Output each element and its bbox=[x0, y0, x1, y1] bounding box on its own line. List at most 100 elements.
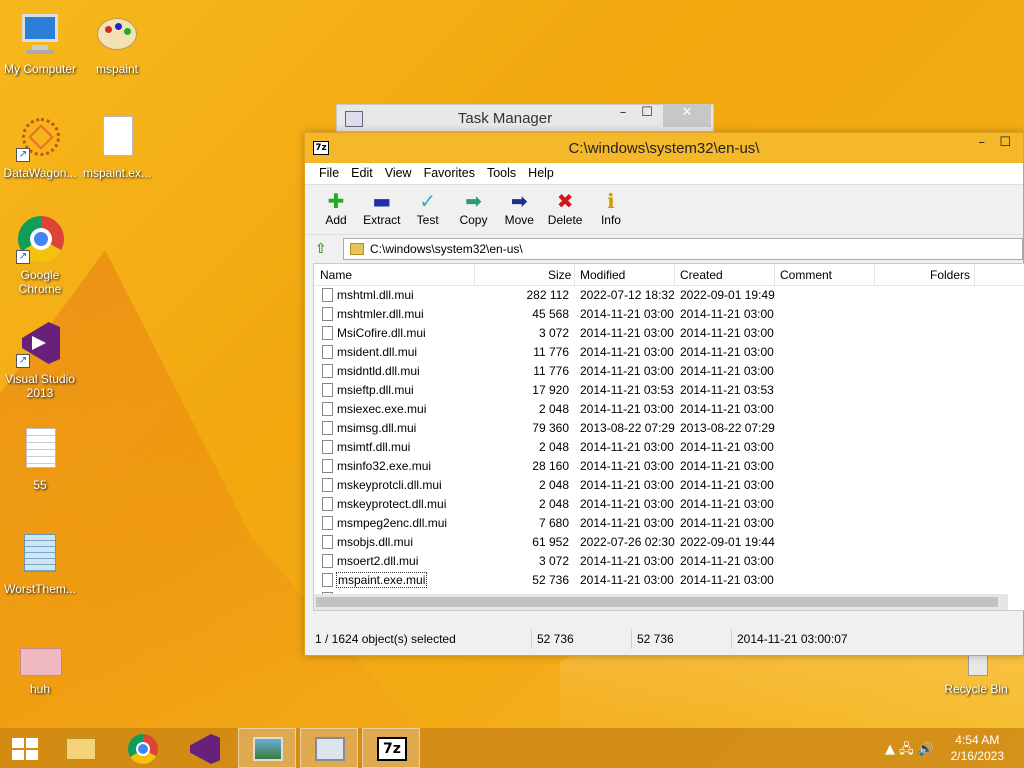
table-row[interactable]: msident.dll.mui 11 776 2014-11-21 03:00 201… bbox=[314, 343, 1024, 362]
file-icon bbox=[322, 421, 333, 435]
taskbar-7zip[interactable]: 7z bbox=[362, 728, 420, 768]
start-button[interactable] bbox=[12, 738, 38, 760]
menu-edit[interactable]: Edit bbox=[345, 163, 379, 183]
desktop-icon-mspaint-exe[interactable]: mspaint.ex... bbox=[77, 114, 157, 180]
menu-help[interactable]: Help bbox=[522, 163, 560, 183]
file-modified: 2014-11-21 03:00 bbox=[580, 326, 674, 340]
file-icon bbox=[322, 440, 333, 454]
column-folders[interactable]: Folders bbox=[930, 268, 970, 282]
menu-tools[interactable]: Tools bbox=[481, 163, 522, 183]
title-bar[interactable]: 7z C:\windows\system32\en-us\ – ☐ bbox=[305, 133, 1023, 163]
scrollbar-thumb[interactable] bbox=[316, 597, 998, 607]
7zip-icon: 7z bbox=[377, 737, 407, 761]
file-created: 2014-11-21 03:00 bbox=[680, 307, 774, 321]
clock[interactable]: 4:54 AM 2/16/2023 bbox=[951, 732, 1004, 764]
desktop-icon-google-chrome[interactable]: ↗ Google Chrome bbox=[0, 216, 80, 296]
column-created[interactable]: Created bbox=[680, 268, 723, 282]
address-input[interactable]: C:\windows\system32\en-us\ bbox=[343, 238, 1023, 260]
chrome-icon: ↗ bbox=[16, 216, 64, 264]
table-row[interactable]: mspaint.exe.mui 52 736 2014-11-21 03:00 201… bbox=[314, 571, 1024, 590]
minimize-button[interactable]: – bbox=[979, 135, 986, 150]
taskbar-file-explorer[interactable] bbox=[52, 728, 110, 768]
desktop-icon-label: WorstThem... bbox=[4, 582, 76, 596]
up-folder-icon[interactable]: ⇧ bbox=[315, 241, 327, 257]
info-button[interactable]: ℹ Info bbox=[590, 185, 632, 227]
maximize-button[interactable]: ☐ bbox=[999, 135, 1011, 150]
taskbar-visual-studio[interactable] bbox=[176, 728, 234, 768]
file-size: 79 360 bbox=[532, 421, 569, 435]
photo-viewer-icon bbox=[253, 737, 283, 761]
file-size: 2 048 bbox=[538, 478, 569, 492]
system-tray-icons[interactable]: ▲ 🖧 🔊 bbox=[885, 740, 934, 762]
delete-button[interactable]: ✖ Delete bbox=[544, 185, 586, 227]
horizontal-scrollbar[interactable] bbox=[314, 594, 1008, 610]
table-row[interactable]: msinfo32.exe.mui 28 160 2014-11-21 03:00 20… bbox=[314, 457, 1024, 476]
clock-date: 2/16/2023 bbox=[950, 749, 1004, 763]
desktop-icon-my-computer[interactable]: My Computer bbox=[0, 10, 80, 76]
shortcut-arrow-icon: ↗ bbox=[16, 148, 30, 162]
file-name: msimsg.dll.mui bbox=[337, 421, 417, 435]
file-icon bbox=[322, 459, 333, 473]
file-created: 2022-09-01 19:49 bbox=[680, 288, 775, 302]
menu-bar: File Edit View Favorites Tools Help bbox=[305, 163, 1023, 185]
table-row[interactable]: mshtmler.dll.mui 45 568 2014-11-21 03:00 20… bbox=[314, 305, 1024, 324]
desktop-icon-mspaint[interactable]: mspaint bbox=[77, 10, 157, 76]
desktop-icon-label: DataWagon... bbox=[3, 166, 77, 180]
test-button[interactable]: ✓ Test bbox=[407, 185, 449, 227]
file-list[interactable]: Name Size Modified Created Comment Folde… bbox=[313, 263, 1024, 611]
file-name: mshtmler.dll.mui bbox=[337, 307, 424, 321]
menu-favorites[interactable]: Favorites bbox=[418, 163, 481, 183]
desktop-icon-recycle-bin[interactable]: Recycle Bin bbox=[936, 650, 1016, 696]
close-button[interactable]: ✕ bbox=[663, 105, 711, 127]
move-button[interactable]: ➡ Move bbox=[498, 185, 540, 227]
column-name[interactable]: Name bbox=[320, 268, 352, 282]
file-name: msinfo32.exe.mui bbox=[337, 459, 432, 473]
table-row[interactable]: mskeyprotcli.dll.mui 2 048 2014-11-21 03:0… bbox=[314, 476, 1024, 495]
menu-view[interactable]: View bbox=[379, 163, 418, 183]
file-created: 2014-11-21 03:00 bbox=[680, 478, 774, 492]
table-row[interactable]: msimsg.dll.mui 79 360 2013-08-22 07:29 2013… bbox=[314, 419, 1024, 438]
copy-button[interactable]: ➡ Copy bbox=[452, 185, 494, 227]
table-row[interactable]: msoert2.dll.mui 3 072 2014-11-21 03:00 2014… bbox=[314, 552, 1024, 571]
table-row[interactable]: MsiCofire.dll.mui 3 072 2014-11-21 03:00 20… bbox=[314, 324, 1024, 343]
table-row[interactable]: msieftp.dll.mui 17 920 2014-11-21 03:53 201… bbox=[314, 381, 1024, 400]
file-name: msoert2.dll.mui bbox=[337, 554, 419, 568]
desktop-icon-55[interactable]: 55 bbox=[0, 426, 80, 492]
file-created: 2014-11-21 03:00 bbox=[680, 516, 774, 530]
7zip-window[interactable]: 7z C:\windows\system32\en-us\ – ☐ File Ed… bbox=[304, 132, 1024, 656]
file-size: 2 048 bbox=[538, 497, 569, 511]
add-button[interactable]: ✚ Add bbox=[315, 185, 357, 227]
file-list-header: Name Size Modified Created Comment Folde… bbox=[314, 264, 1024, 286]
desktop-icon-huh[interactable]: huh bbox=[0, 644, 80, 696]
table-row[interactable]: msidntld.dll.mui 11 776 2014-11-21 03:00 20… bbox=[314, 362, 1024, 381]
menu-file[interactable]: File bbox=[313, 163, 345, 183]
table-row[interactable]: mshtml.dll.mui 282 112 2022-07-12 18:32 202… bbox=[314, 286, 1024, 305]
file-name: msmpeg2enc.dll.mui bbox=[337, 516, 448, 530]
maximize-button[interactable]: ☐ bbox=[633, 105, 661, 127]
file-modified: 2014-11-21 03:00 bbox=[580, 554, 674, 568]
column-size[interactable]: Size bbox=[548, 268, 571, 282]
column-modified[interactable]: Modified bbox=[580, 268, 625, 282]
extract-button[interactable]: ▬ Extract bbox=[361, 185, 403, 227]
desktop-icon-label: My Computer bbox=[3, 62, 77, 76]
desktop-icon-datawagon[interactable]: ↗ DataWagon... bbox=[0, 114, 80, 180]
task-manager-window[interactable]: Task Manager – ☐ ✕ bbox=[336, 104, 714, 132]
taskbar-task-manager[interactable] bbox=[300, 728, 358, 768]
table-row[interactable]: msiexec.exe.mui 2 048 2014-11-21 03:00 2014… bbox=[314, 400, 1024, 419]
visual-studio-icon bbox=[190, 734, 220, 764]
desktop-icon-worsttheme[interactable]: WorstThem... bbox=[0, 530, 80, 596]
table-row[interactable]: msimtf.dll.mui 2 048 2014-11-21 03:00 2014-… bbox=[314, 438, 1024, 457]
column-comment[interactable]: Comment bbox=[780, 268, 832, 282]
file-icon bbox=[322, 364, 333, 378]
desktop-icon-label: Recycle Bin bbox=[944, 682, 1008, 696]
desktop-icon-label: mspaint.ex... bbox=[82, 166, 152, 180]
table-row[interactable]: msobjs.dll.mui 61 952 2022-07-26 02:30 2022… bbox=[314, 533, 1024, 552]
taskbar-photo-viewer[interactable] bbox=[238, 728, 296, 768]
desktop-icon-visual-studio[interactable]: ↗ Visual Studio 2013 bbox=[0, 320, 80, 400]
table-row[interactable]: msmpeg2enc.dll.mui 7 680 2014-11-21 03:00 2… bbox=[314, 514, 1024, 533]
file-modified: 2014-11-21 03:00 bbox=[580, 307, 674, 321]
table-row[interactable]: mskeyprotect.dll.mui 2 048 2014-11-21 03:0… bbox=[314, 495, 1024, 514]
taskbar-chrome[interactable] bbox=[114, 728, 172, 768]
file-modified: 2014-11-21 03:00 bbox=[580, 459, 674, 473]
toolbar: ✚ Add ▬ Extract ✓ Test ➡ Copy ➡ Move ✖ Delete … bbox=[305, 185, 1023, 235]
